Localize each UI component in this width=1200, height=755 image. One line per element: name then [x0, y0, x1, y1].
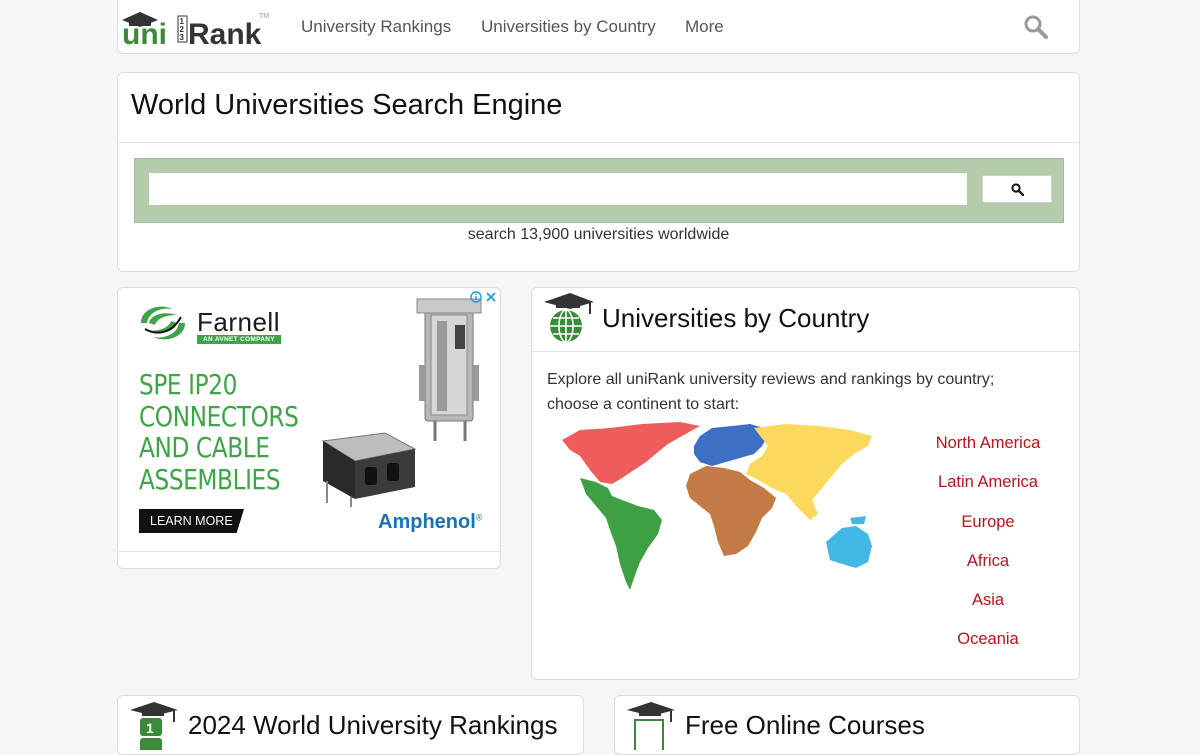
- link-oceania[interactable]: Oceania: [924, 630, 1052, 649]
- adchoices-icon[interactable]: [468, 290, 498, 304]
- courses-title[interactable]: Free Online Courses: [685, 710, 925, 741]
- world-map: [562, 422, 872, 590]
- svg-text:1: 1: [146, 720, 154, 736]
- search-icon: [1011, 183, 1024, 196]
- farnell-brand: Farnell: [197, 307, 280, 337]
- globe-cap-icon: [544, 293, 594, 343]
- divider: [118, 142, 1079, 143]
- link-africa[interactable]: Africa: [924, 552, 1052, 571]
- amphenol-name: Amphenol: [378, 511, 476, 533]
- learn-more-button[interactable]: LEARN MORE: [139, 509, 244, 533]
- nav-universities-by-country[interactable]: Universities by Country: [481, 17, 656, 37]
- search-card: World Universities Search Engine search …: [117, 72, 1080, 272]
- divider: [532, 351, 1079, 352]
- link-latin-america[interactable]: Latin America: [924, 473, 1052, 492]
- link-north-america[interactable]: North America: [924, 434, 1052, 453]
- search-input[interactable]: [149, 173, 967, 205]
- ad-headline-line: AND CABLE: [139, 431, 270, 464]
- amphenol-brand: Amphenol®: [378, 511, 482, 534]
- connector-image: [416, 298, 482, 441]
- rankings-title[interactable]: 2024 World University Rankings: [188, 710, 557, 741]
- ad-headline: SPE IP20 CONNECTORS AND CABLE ASSEMBLIES: [139, 369, 305, 495]
- online-courses-card: Free Online Courses: [614, 695, 1080, 755]
- universities-by-country-card: Universities by Country Explore all uniR…: [531, 287, 1080, 680]
- search-icon[interactable]: [1023, 14, 1049, 40]
- top-navbar: uni 1 2 3 Rank TM University Rankings Un…: [117, 0, 1080, 54]
- svg-text:3: 3: [180, 33, 185, 42]
- svg-text:uni: uni: [122, 18, 167, 46]
- nav-university-rankings[interactable]: University Rankings: [301, 17, 451, 37]
- countries-description: Explore all uniRank university reviews a…: [547, 371, 995, 413]
- link-europe[interactable]: Europe: [924, 513, 1052, 532]
- svg-text:Rank: Rank: [188, 18, 262, 46]
- courses-cap-icon: [627, 702, 675, 750]
- svg-text:TM: TM: [259, 13, 269, 20]
- unirank-logo[interactable]: uni 1 2 3 Rank TM: [120, 8, 270, 46]
- map-oceania[interactable]: [826, 526, 872, 568]
- nav-more[interactable]: More: [685, 17, 724, 37]
- farnell-tagline: AN AVNET COMPANY: [197, 335, 281, 344]
- world-rankings-card: 1 2024 World University Rankings: [117, 695, 584, 755]
- ad-headline-line: CONNECTORS: [139, 399, 299, 433]
- ad-banner[interactable]: Farnell AN AVNET COMPANY SPE IP20 CONNEC…: [119, 289, 500, 552]
- search-title: World Universities Search Engine: [131, 89, 563, 121]
- search-button[interactable]: [982, 175, 1052, 203]
- map-north-america[interactable]: [562, 422, 700, 484]
- advertisement: Farnell AN AVNET COMPANY SPE IP20 CONNEC…: [117, 287, 501, 569]
- ad-headline-line: SPE IP20: [139, 368, 237, 401]
- ranking-cap-icon: 1: [130, 702, 178, 750]
- map-latin-america[interactable]: [580, 478, 662, 590]
- link-asia[interactable]: Asia: [924, 591, 1052, 610]
- ad-headline-line: ASSEMBLIES: [139, 462, 281, 496]
- countries-title: Universities by Country: [602, 303, 870, 333]
- farnell-logo-icon: [141, 306, 185, 340]
- cable-connector-image: [321, 432, 417, 507]
- registered-mark: ®: [475, 512, 483, 523]
- search-caption: search 13,900 universities worldwide: [467, 226, 730, 243]
- search-box: [134, 158, 1064, 223]
